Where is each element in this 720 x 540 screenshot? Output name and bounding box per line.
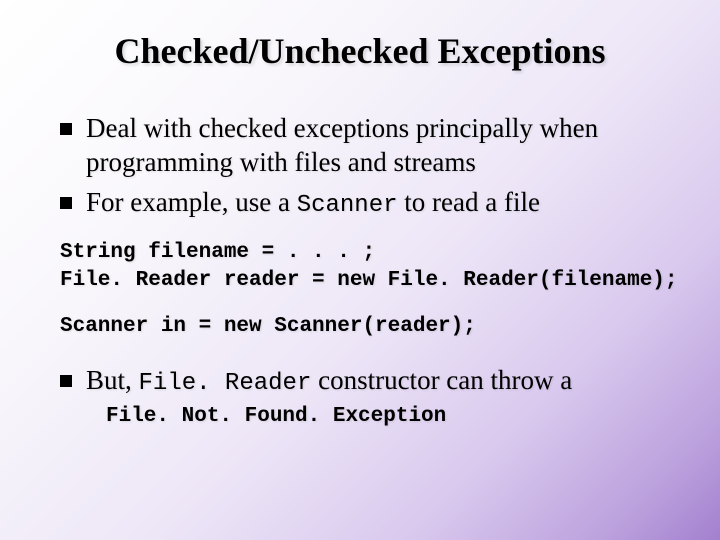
- bullet-text: For example, use a Scanner to read a fil…: [86, 186, 540, 221]
- code-inline: File. Reader: [139, 370, 312, 397]
- bullet-text: But, File. Reader constructor can throw …: [86, 364, 572, 399]
- text-fragment: constructor can throw a: [311, 365, 572, 395]
- code-line: File. Not. Found. Exception: [106, 405, 680, 428]
- text-fragment: to read a file: [398, 187, 540, 217]
- code-block: String filename = . . . ; File. Reader r…: [60, 239, 680, 296]
- bullet-item: For example, use a Scanner to read a fil…: [60, 186, 680, 221]
- bullet-list: But, File. Reader constructor can throw …: [60, 364, 680, 428]
- bullet-item: But, File. Reader constructor can throw …: [60, 364, 680, 399]
- square-bullet-icon: [60, 197, 72, 209]
- text-fragment: For example, use a: [86, 187, 297, 217]
- bullet-list: Deal with checked exceptions principally…: [60, 112, 680, 221]
- bullet-item: Deal with checked exceptions principally…: [60, 112, 680, 180]
- square-bullet-icon: [60, 123, 72, 135]
- slide-title: Checked/Unchecked Exceptions: [40, 30, 680, 72]
- square-bullet-icon: [60, 375, 72, 387]
- code-inline: Scanner: [297, 192, 398, 219]
- code-block: Scanner in = new Scanner(reader);: [60, 313, 680, 341]
- text-fragment: But,: [86, 365, 139, 395]
- bullet-text: Deal with checked exceptions principally…: [86, 112, 680, 180]
